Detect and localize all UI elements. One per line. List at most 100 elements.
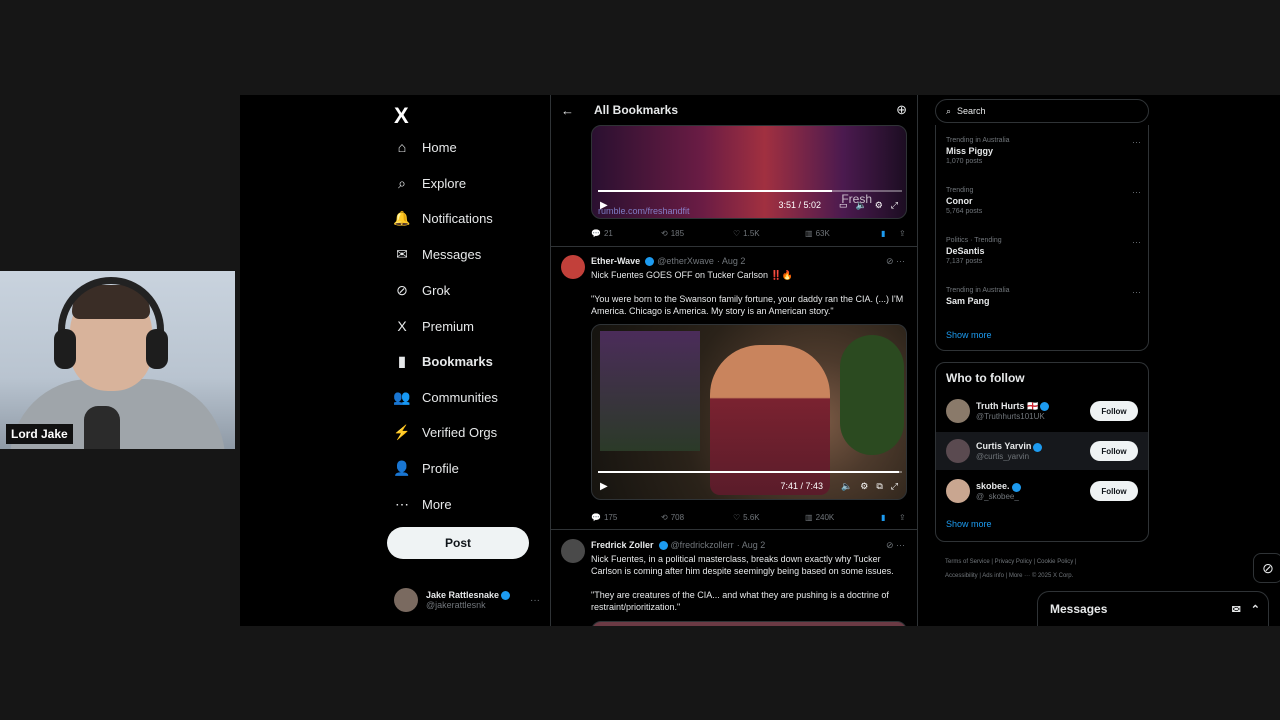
tweet-media[interactable] [591, 621, 907, 626]
nav-item-label: Profile [422, 460, 459, 476]
nav-item-profile[interactable]: 👤 Profile [393, 453, 459, 483]
fullscreen-icon[interactable]: ⤢ [891, 481, 898, 492]
play-icon[interactable]: ▶ [600, 481, 608, 492]
trend-item[interactable]: Trending in Australia Miss Piggy 1,070 p… [946, 137, 1141, 165]
like-button[interactable]: ♡ 1.5K [733, 226, 805, 240]
bookmark-filled-icon[interactable]: ▮ [881, 510, 899, 524]
footer-link[interactable]: Privacy Policy [995, 559, 1032, 565]
nav-item-premium[interactable]: X Premium [394, 311, 474, 341]
follow-button[interactable]: Follow [1090, 481, 1138, 501]
repost-button[interactable]: ⟲ 708 [661, 510, 733, 524]
nav-item-home[interactable]: ⌂ Home [394, 132, 457, 162]
tweet-date[interactable]: · Aug 2 [737, 540, 766, 550]
repost-button[interactable]: ⟲ 185 [661, 226, 733, 240]
views-button[interactable]: ▥ 63K [805, 226, 881, 240]
more-dots-icon[interactable]: ⊘ ··· [886, 540, 905, 551]
footer-link[interactable]: Terms of Service [945, 559, 990, 565]
divider [551, 246, 917, 247]
messages-drawer[interactable]: Messages ✉ ⌃ [1037, 591, 1269, 626]
nav-item-label: Bookmarks [422, 353, 493, 369]
more-dots-icon[interactable]: ··· [1132, 237, 1141, 247]
trend-count: 1,070 posts [946, 158, 983, 165]
captions-icon[interactable]: ▭ [839, 200, 848, 211]
reply-icon: 💬 [591, 512, 601, 522]
footer-link[interactable]: More ··· [1009, 573, 1030, 579]
tweet-actions: 💬 21 ⟲ 185 ♡ 1.5K ▥ 63K ▮ ⇪ [591, 226, 907, 240]
play-icon[interactable]: ▶ [600, 200, 608, 211]
tweet-date[interactable]: · Aug 2 [717, 256, 746, 266]
nav-item-messages[interactable]: ✉ Messages [394, 239, 481, 269]
pip-icon[interactable]: ⧉ [876, 481, 882, 492]
fullscreen-icon[interactable]: ⤢ [891, 200, 898, 211]
nav-item-bookmarks[interactable]: ▮ Bookmarks [394, 346, 493, 376]
trends-panel: Trending in Australia Miss Piggy 1,070 p… [935, 125, 1149, 351]
share-icon[interactable]: ⇪ [899, 510, 906, 524]
follow-handle: @_skobee_ [976, 491, 1019, 501]
video-player[interactable]: ▶ 7:41 / 7:43 🔈 ⚙ ⧉ ⤢ [591, 324, 907, 500]
envelope-icon: ✉ [396, 245, 408, 262]
share-icon[interactable]: ⇪ [899, 226, 906, 240]
reply-button[interactable]: 💬 175 [591, 510, 661, 524]
nav-item-explore[interactable]: ⌕ Explore [394, 168, 466, 198]
new-message-icon[interactable]: ✉ [1232, 603, 1241, 616]
follow-suggestion[interactable]: Truth Hurts 🏴󠁧󠁢󠁥󠁮󠁧󠁿 @Truthhurts101UK Fol… [936, 392, 1148, 430]
nav-item-verified-orgs[interactable]: ⚡ Verified Orgs [393, 417, 497, 447]
show-more-link[interactable]: Show more [946, 519, 992, 529]
follow-suggestion[interactable]: skobee. @_skobee_ Follow [936, 472, 1148, 510]
nav-item-label: Premium [422, 318, 475, 334]
view-count: 63K [815, 228, 830, 238]
more-dots-icon[interactable]: ⊘ ··· [886, 256, 905, 267]
settings-icon[interactable]: ⚙ [875, 200, 883, 211]
repost-icon: ⟲ [661, 512, 668, 522]
trend-context: Politics · Trending [946, 237, 1002, 244]
settings-icon[interactable]: ⚙ [860, 481, 868, 492]
more-dots-icon[interactable]: ··· [1132, 137, 1141, 147]
x-logo[interactable]: X [394, 103, 409, 129]
video-progress-bar[interactable] [598, 471, 902, 473]
nav-item-communities[interactable]: 👥 Communities [393, 382, 498, 412]
reply-button[interactable]: 💬 21 [591, 226, 661, 240]
nav-item-grok[interactable]: ⊘ Grok [394, 275, 450, 305]
back-arrow-icon[interactable]: ← [561, 103, 574, 118]
trend-item[interactable]: Trending in Australia Sam Pang ··· [946, 287, 1141, 306]
volume-icon[interactable]: 🔈 [856, 200, 867, 211]
search-input[interactable]: ⌕ Search [935, 99, 1149, 123]
chevron-up-icon[interactable]: ⌃ [1251, 603, 1260, 616]
follow-button[interactable]: Follow [1090, 401, 1138, 421]
nav-item-more[interactable]: ⋯ More [394, 489, 452, 519]
post-button[interactable]: Post [387, 527, 529, 559]
more-dots-icon[interactable]: ··· [1132, 287, 1141, 297]
lightning-icon: ⚡ [393, 423, 411, 440]
nav-item-notifications[interactable]: 🔔 Notifications [393, 203, 493, 233]
bookmarks-timeline: ← All Bookmarks ⊕ rumble.com/freshandfit… [550, 95, 918, 626]
follow-suggestion[interactable]: Curtis Yarvin @curtis_yarvin Follow [936, 432, 1148, 470]
heart-icon: ♡ [733, 512, 741, 522]
add-folder-icon[interactable]: ⊕ [896, 102, 907, 118]
video-player[interactable]: rumble.com/freshandfit Fresh ▶ 3:51 / 5:… [591, 125, 907, 219]
tweet-author[interactable]: Ether-Wave [591, 256, 640, 266]
volume-icon[interactable]: 🔈 [841, 481, 852, 492]
account-name: Jake Rattlesnake [426, 589, 500, 600]
tweet-author[interactable]: Fredrick Zoller [591, 540, 654, 550]
views-button[interactable]: ▥ 240K [805, 510, 881, 524]
account-switcher[interactable]: Jake Rattlesnake @jakerattlesnk ··· [394, 583, 540, 617]
trend-item[interactable]: Trending Conor 5,764 posts ··· [946, 187, 1141, 215]
person-icon: 👤 [393, 459, 411, 476]
follow-button[interactable]: Follow [1090, 441, 1138, 461]
more-dots-icon[interactable]: ··· [530, 595, 540, 606]
more-circle-icon: ⋯ [395, 495, 409, 512]
reply-count: 21 [603, 228, 613, 238]
bookmark-filled-icon[interactable]: ▮ [881, 226, 899, 240]
more-dots-icon[interactable]: ··· [1132, 187, 1141, 197]
tweet-handle[interactable]: @etherXwave [657, 256, 714, 266]
show-more-link[interactable]: Show more [946, 330, 992, 340]
grok-button[interactable]: ⊘ [1253, 553, 1280, 583]
avatar[interactable] [561, 255, 585, 279]
like-button[interactable]: ♡ 5.6K [733, 510, 805, 524]
tweet-handle[interactable]: @fredrickzollerr [671, 540, 734, 550]
trend-item[interactable]: Politics · Trending DeSantis 7,137 posts… [946, 237, 1141, 265]
footer-link[interactable]: Ads info [982, 573, 1004, 579]
footer-link[interactable]: Cookie Policy [1037, 559, 1073, 565]
footer-link[interactable]: Accessibility [945, 573, 978, 579]
avatar[interactable] [561, 539, 585, 563]
